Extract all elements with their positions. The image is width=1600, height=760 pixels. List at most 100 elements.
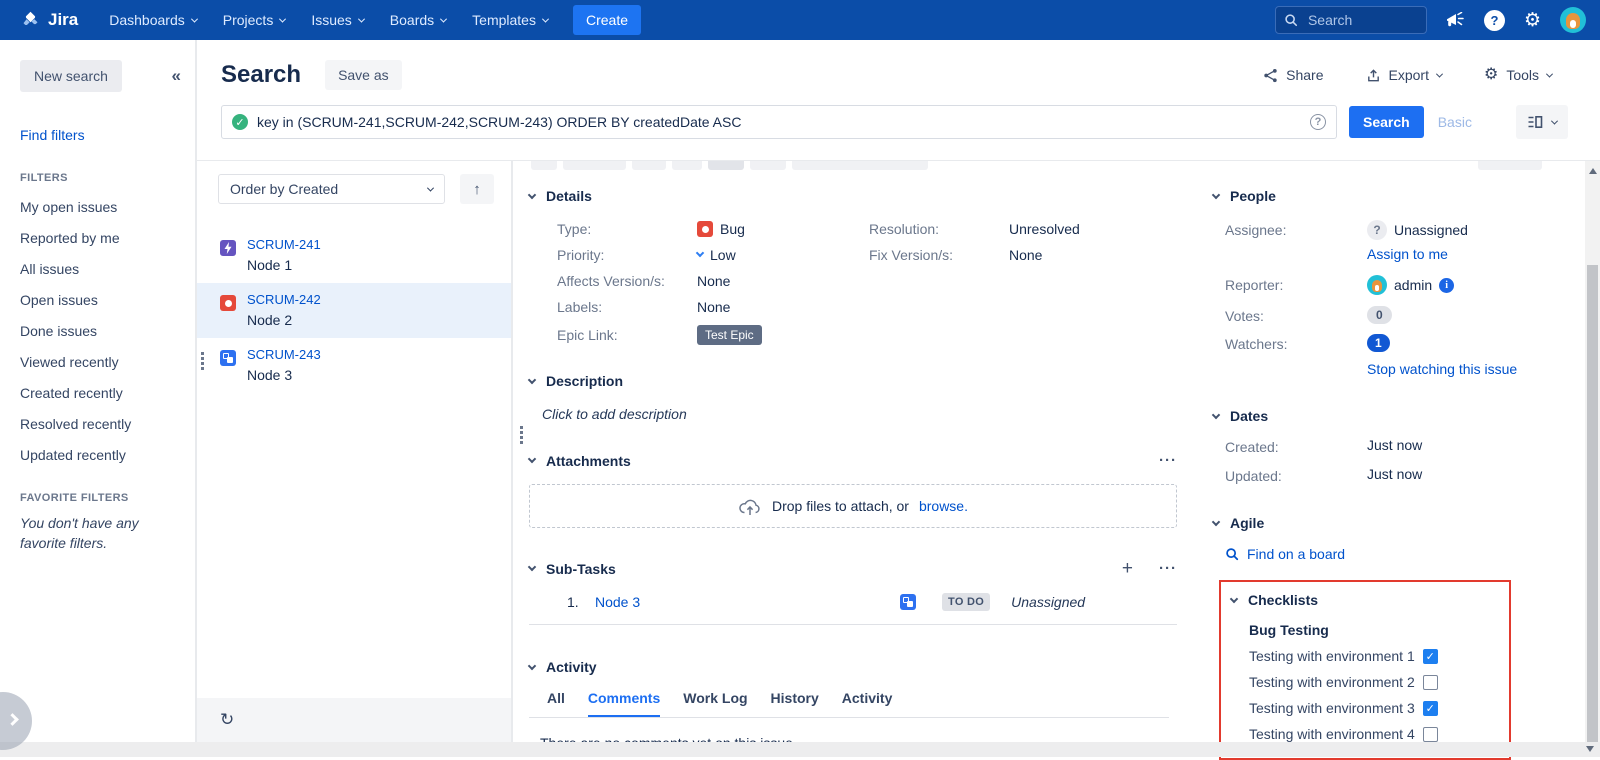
layout-detail-view-icon — [1527, 114, 1543, 130]
help-icon[interactable]: ? — [1484, 10, 1505, 31]
add-subtask-icon[interactable]: + — [1122, 559, 1133, 578]
subtask-row[interactable]: 1. Node 3 TO DO Unassigned — [529, 593, 1177, 625]
sidebar-item-open-issues[interactable]: Open issues — [20, 292, 195, 308]
create-button[interactable]: Create — [573, 5, 641, 35]
tab-activity[interactable]: Activity — [842, 690, 893, 717]
collapse-section-icon[interactable] — [1230, 594, 1238, 602]
sidebar-resize-handle[interactable] — [201, 352, 204, 370]
epic-badge[interactable]: Test Epic — [697, 325, 762, 345]
global-search-input[interactable] — [1306, 11, 1406, 29]
issue-key[interactable]: SCRUM-242 — [247, 292, 321, 307]
collapse-section-icon[interactable] — [528, 563, 536, 571]
jql-query-text[interactable]: key in (SCRUM-241,SCRUM-242,SCRUM-243) O… — [257, 114, 1301, 130]
collapse-section-icon[interactable] — [528, 375, 536, 383]
checkbox[interactable] — [1423, 727, 1438, 742]
collapse-section-icon[interactable] — [1212, 410, 1220, 418]
checkbox[interactable] — [1423, 675, 1438, 690]
chevron-down-icon — [1436, 70, 1443, 77]
bottom-scrollbar-strip — [0, 742, 1600, 757]
export-icon — [1366, 68, 1381, 83]
sidebar-item-created-recently[interactable]: Created recently — [20, 385, 195, 401]
tab-history[interactable]: History — [771, 690, 819, 717]
collapse-section-icon[interactable] — [1212, 517, 1220, 525]
votes-count-badge[interactable]: 0 — [1367, 306, 1392, 324]
reporter-info-icon[interactable]: i — [1439, 278, 1454, 293]
sidebar-item-done-issues[interactable]: Done issues — [20, 323, 195, 339]
tab-work-log[interactable]: Work Log — [683, 690, 747, 717]
find-on-board-link[interactable]: Find on a board — [1225, 546, 1547, 562]
checkbox[interactable] — [1423, 701, 1438, 716]
issue-key[interactable]: SCRUM-243 — [247, 347, 321, 362]
collapse-section-icon[interactable] — [528, 455, 536, 463]
nav-templates[interactable]: Templates — [459, 12, 561, 28]
sidebar-item-resolved-recently[interactable]: Resolved recently — [20, 416, 195, 432]
issue-title: Node 1 — [247, 257, 321, 273]
attachments-more-icon[interactable]: ··· — [1159, 452, 1177, 469]
field-epic-link: Epic Link: Test Epic — [557, 325, 869, 345]
refresh-icon[interactable]: ↻ — [220, 710, 234, 730]
announcements-icon[interactable] — [1446, 12, 1465, 29]
tab-all[interactable]: All — [547, 690, 565, 717]
subtask-title-link[interactable]: Node 3 — [595, 594, 900, 610]
sidebar-item-all-issues[interactable]: All issues — [20, 261, 195, 277]
checklist-group-title: Bug Testing — [1249, 622, 1499, 638]
find-filters-link[interactable]: Find filters — [20, 127, 195, 143]
share-button[interactable]: Share — [1263, 67, 1323, 83]
scrollbar-thumb[interactable] — [1587, 265, 1598, 742]
nav-issues[interactable]: Issues — [298, 12, 376, 28]
collapse-section-icon[interactable] — [528, 661, 536, 669]
list-resize-handle[interactable] — [520, 426, 523, 444]
nav-boards[interactable]: Boards — [377, 12, 459, 28]
subtask-assignee: Unassigned — [1011, 594, 1085, 610]
user-avatar[interactable] — [1560, 7, 1586, 33]
scroll-down-arrow[interactable] — [1586, 746, 1594, 752]
attachment-dropzone[interactable]: Drop files to attach, or browse. — [529, 484, 1177, 528]
jira-logo[interactable]: Jira — [20, 10, 78, 31]
page-title: Search — [221, 61, 301, 89]
jql-help-icon[interactable]: ? — [1310, 114, 1326, 130]
order-by-select[interactable]: Order by Created — [218, 174, 445, 204]
global-search-box[interactable] — [1275, 6, 1427, 34]
basic-mode-link[interactable]: Basic — [1438, 114, 1472, 130]
sidebar-item-reported-by-me[interactable]: Reported by me — [20, 230, 195, 246]
checklist-item-2: Testing with environment 2 — [1249, 674, 1499, 690]
issue-row-scrum-241[interactable]: SCRUM-241 Node 1 — [197, 228, 511, 283]
nav-projects[interactable]: Projects — [210, 12, 299, 28]
nav-dashboards[interactable]: Dashboards — [96, 12, 210, 28]
sidebar-item-viewed-recently[interactable]: Viewed recently — [20, 354, 195, 370]
browse-link[interactable]: browse. — [919, 498, 968, 514]
chevron-right-icon — [6, 713, 19, 726]
tools-button[interactable]: ⚙ Tools — [1484, 67, 1552, 83]
gear-icon[interactable]: ⚙ — [1524, 11, 1541, 30]
issue-row-scrum-243[interactable]: SCRUM-243 Node 3 — [197, 338, 511, 393]
search-button[interactable]: Search — [1349, 106, 1424, 138]
field-priority: Priority: Low — [557, 247, 869, 263]
filters-heading: FILTERS — [20, 172, 195, 184]
reporter-avatar[interactable] — [1367, 275, 1387, 295]
subtasks-more-icon[interactable]: ··· — [1159, 560, 1177, 577]
field-fix-versions: Fix Version/s: None — [869, 247, 1080, 263]
collapse-section-icon[interactable] — [528, 190, 536, 198]
watchers-count-badge[interactable]: 1 — [1367, 334, 1390, 352]
new-search-button[interactable]: New search — [20, 60, 122, 92]
field-type: Type: Bug — [557, 221, 869, 237]
sort-direction-button[interactable]: ↑ — [460, 174, 494, 204]
assign-to-me-link[interactable]: Assign to me — [1367, 246, 1448, 262]
collapse-sidebar-icon[interactable]: « — [172, 66, 181, 86]
export-button[interactable]: Export — [1366, 67, 1442, 83]
jql-search-input[interactable]: ✓ key in (SCRUM-241,SCRUM-242,SCRUM-243)… — [221, 105, 1337, 139]
stop-watching-link[interactable]: Stop watching this issue — [1367, 359, 1517, 379]
layout-switcher-button[interactable] — [1516, 105, 1568, 139]
scroll-up-arrow[interactable] — [1589, 168, 1597, 174]
collapse-section-icon[interactable] — [1212, 190, 1220, 198]
checkbox[interactable] — [1423, 649, 1438, 664]
sidebar-item-my-open-issues[interactable]: My open issues — [20, 199, 195, 215]
search-icon — [1225, 547, 1239, 561]
issue-row-scrum-242[interactable]: SCRUM-242 Node 2 — [197, 283, 511, 338]
vertical-scrollbar[interactable] — [1585, 161, 1600, 742]
save-as-button[interactable]: Save as — [325, 60, 402, 90]
description-placeholder[interactable]: Click to add description — [542, 406, 1187, 422]
issue-key[interactable]: SCRUM-241 — [247, 237, 321, 252]
tab-comments[interactable]: Comments — [588, 690, 660, 717]
sidebar-item-updated-recently[interactable]: Updated recently — [20, 447, 195, 463]
